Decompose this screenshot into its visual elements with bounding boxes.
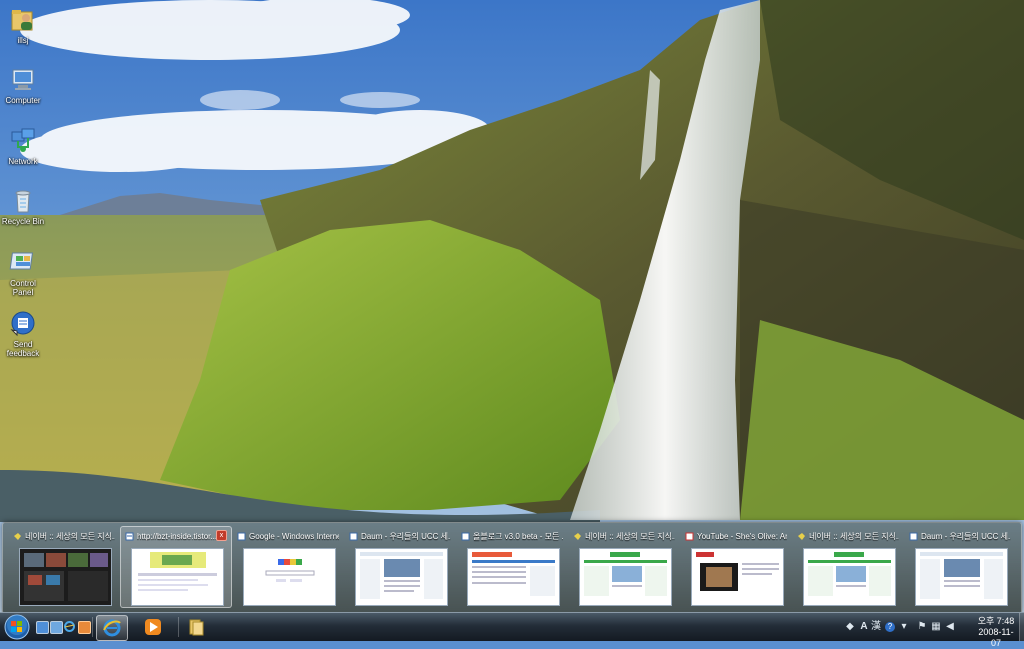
taskbar-separator <box>92 617 93 637</box>
thumbnail-header: 올블로그 v3.0 beta - 모든 ... <box>461 530 563 542</box>
thumbnail-header: Daum - 우리들의 UCC 세... <box>349 530 451 542</box>
ime-help-icon[interactable]: ? <box>885 622 895 632</box>
action-center-icon[interactable]: ⚑ <box>917 622 927 632</box>
page-preview <box>19 548 112 606</box>
clock-time: 오후 7:48 <box>977 616 1015 626</box>
send-feedback-icon <box>10 311 35 337</box>
ie-page-icon <box>909 532 918 540</box>
thumbnail-title: YouTube - She's Olive: Ar... <box>697 531 787 541</box>
naver-favicon <box>574 532 581 540</box>
youtube-favicon <box>685 532 694 540</box>
page-preview <box>467 548 560 606</box>
desktop-icon-send-feedback[interactable]: Send feedback <box>0 310 46 358</box>
taskbar: ◆ A 漢 ? ▾ ⚑ ▦ ◀ 오후 7:48 2008-11-07 <box>0 612 1024 648</box>
page-preview <box>579 548 672 606</box>
window-thumbnail-strip: 네이버 :: 세상의 모든 지식... http://bzt-inside.ti… <box>2 522 1022 614</box>
ie-page-icon <box>349 532 358 540</box>
network-status-icon[interactable]: ◆ <box>845 622 855 632</box>
show-desktop-icon[interactable] <box>36 621 49 634</box>
network-tray-icon[interactable]: ▦ <box>931 622 941 632</box>
tray-overflow-icon[interactable]: ▾ <box>899 622 909 632</box>
thumbnail-header: 네이버 :: 세상의 모든 지식... <box>13 530 115 542</box>
window-thumbnail-active[interactable]: http://bzt-inside.tistor... x <box>120 526 232 608</box>
page-preview <box>243 548 336 606</box>
thumbnail-header: http://bzt-inside.tistor... <box>125 530 227 542</box>
window-thumbnail[interactable]: 네이버 :: 세상의 모든 지식... <box>9 527 119 607</box>
media-player-quick-icon[interactable] <box>78 621 91 634</box>
thumbnail-title: 네이버 :: 세상의 모든 지식... <box>585 531 675 541</box>
thumbnail-header: Google - Windows Interne... <box>237 530 339 542</box>
window-thumbnail[interactable]: Daum - 우리들의 UCC 세... <box>345 527 455 607</box>
window-thumbnail[interactable]: 네이버 :: 세상의 모든 지식... <box>793 527 903 607</box>
desktop-icon-recycle-bin[interactable]: Recycle Bin <box>0 187 46 226</box>
windows-media-player-icon <box>145 619 161 635</box>
computer-icon <box>12 69 34 90</box>
desktop-icon-label: Control Panel <box>10 279 36 297</box>
page-preview <box>691 548 784 606</box>
desktop-icon-control-panel[interactable]: Control Panel <box>0 249 46 297</box>
thumbnail-title: 네이버 :: 세상의 모든 지식... <box>809 531 899 541</box>
taskbar-button-media-player[interactable] <box>138 615 168 639</box>
page-preview <box>355 548 448 606</box>
thumbnail-title: Google - Windows Interne... <box>249 531 339 541</box>
thumbnail-title: http://bzt-inside.tistor... <box>137 531 218 541</box>
page-preview <box>131 548 224 606</box>
ime-mode-a[interactable]: A <box>859 622 869 632</box>
ime-hanja[interactable]: 漢 <box>871 622 881 632</box>
ie-quick-icon[interactable] <box>64 621 75 632</box>
page-preview <box>803 548 896 606</box>
window-thumbnail[interactable]: Daum - 우리들의 UCC 세... <box>905 527 1015 607</box>
internet-explorer-icon <box>103 619 121 637</box>
network-icon <box>11 128 35 152</box>
clock[interactable]: 오후 7:48 2008-11-07 <box>974 616 1018 649</box>
ie-page-icon <box>461 532 470 540</box>
thumbnail-header: 네이버 :: 세상의 모든 지식... <box>797 530 899 542</box>
control-panel-icon <box>9 252 34 270</box>
thumbnail-title: 네이버 :: 세상의 모든 지식... <box>25 531 115 541</box>
thumbnail-close-button[interactable]: x <box>216 530 227 541</box>
ie-page-icon <box>237 532 246 540</box>
thumbnail-header: YouTube - She's Olive: Ar... <box>685 530 787 542</box>
switch-windows-icon[interactable] <box>50 621 63 634</box>
ie-page-icon <box>125 532 134 540</box>
thumbnail-title: Daum - 우리들의 UCC 세... <box>361 531 451 541</box>
thumbnail-header: 네이버 :: 세상의 모든 지식... <box>573 530 675 542</box>
window-thumbnail[interactable]: 네이버 :: 세상의 모든 지식... <box>569 527 679 607</box>
windows-start-orb[interactable] <box>4 614 30 640</box>
naver-favicon <box>798 532 805 540</box>
show-desktop-button[interactable] <box>1019 613 1024 641</box>
taskbar-separator <box>178 617 179 637</box>
window-thumbnail[interactable]: 올블로그 v3.0 beta - 모든 ... <box>457 527 567 607</box>
page-preview <box>915 548 1008 606</box>
system-tray: ◆ A 漢 ? ▾ ⚑ ▦ ◀ 오후 7:48 2008-11-07 <box>839 613 1024 648</box>
recycle-bin-icon <box>15 190 31 213</box>
volume-icon[interactable]: ◀ <box>945 622 955 632</box>
desktop-icon-label: Computer <box>5 96 41 105</box>
clock-date: 2008-11-07 <box>978 627 1014 648</box>
desktop-icon-label: Send feedback <box>6 340 40 358</box>
windows-explorer-icon <box>189 619 204 636</box>
desktop-icon-label: Recycle Bin <box>1 217 45 226</box>
taskbar-button-internet-explorer[interactable] <box>96 615 128 641</box>
window-thumbnail[interactable]: Google - Windows Interne... <box>233 527 343 607</box>
thumbnail-title: Daum - 우리들의 UCC 세... <box>921 531 1011 541</box>
user-folder-icon <box>11 10 33 31</box>
desktop-icon-computer[interactable]: Computer <box>0 66 46 105</box>
desktop-icon-user-folder[interactable]: illsj <box>0 6 46 45</box>
naver-favicon <box>14 532 21 540</box>
window-thumbnail[interactable]: YouTube - She's Olive: Ar... <box>681 527 791 607</box>
desktop-icon-label: illsj <box>17 36 29 45</box>
desktop-icon-network[interactable]: Network <box>0 127 46 166</box>
thumbnail-title: 올블로그 v3.0 beta - 모든 ... <box>473 531 563 541</box>
taskbar-button-explorer[interactable] <box>184 615 208 639</box>
desktop-icon-label: Network <box>8 157 38 166</box>
thumbnail-header: Daum - 우리들의 UCC 세... <box>909 530 1011 542</box>
